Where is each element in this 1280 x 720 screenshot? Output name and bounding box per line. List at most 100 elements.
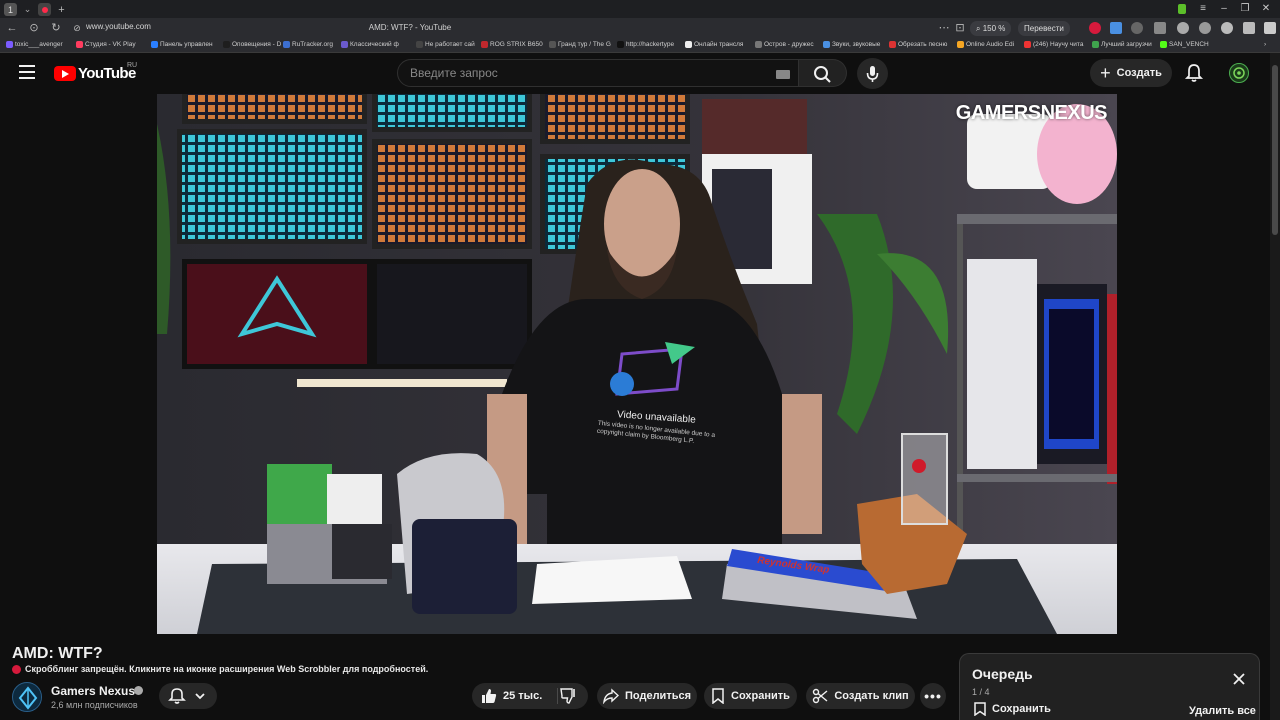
bookmark-item[interactable]: Оповещения - D bbox=[223, 41, 281, 48]
extension-icon[interactable] bbox=[1177, 22, 1189, 34]
thumbs-up-icon bbox=[482, 689, 497, 703]
more-icon[interactable]: ⋯ bbox=[937, 21, 951, 36]
close-icon bbox=[1233, 673, 1245, 685]
bookmark-item[interactable]: Обрезать песню bbox=[889, 41, 947, 48]
bookmark-item[interactable]: Не работает сай bbox=[416, 41, 475, 48]
bookmark-icon[interactable]: ⊡ bbox=[953, 21, 967, 36]
bookmark-favicon-icon bbox=[223, 41, 230, 48]
close-window-icon[interactable]: ✕ bbox=[1259, 2, 1273, 16]
share-button[interactable]: Поделиться bbox=[597, 683, 697, 709]
translate-label: Перевести bbox=[1024, 24, 1064, 33]
bookmark-label: ROG STRIX B650 bbox=[490, 41, 543, 48]
bookmark-item[interactable]: Звуки, звуковые bbox=[823, 41, 880, 48]
subscription-notifications-button[interactable] bbox=[159, 683, 217, 709]
bookmark-label: Остров - дружес bbox=[764, 41, 814, 48]
bookmarks-overflow-icon[interactable]: › bbox=[1264, 41, 1266, 48]
bookmark-item[interactable]: SAN_VENCH bbox=[1160, 41, 1209, 48]
keyboard-icon[interactable] bbox=[776, 70, 790, 79]
bookmark-item[interactable]: Онлайн трансля bbox=[685, 41, 743, 48]
bookmark-favicon-icon bbox=[823, 41, 830, 48]
download-icon[interactable] bbox=[1264, 22, 1276, 34]
menu-icon[interactable]: ≡ bbox=[1196, 2, 1210, 16]
account-avatar[interactable] bbox=[1229, 63, 1249, 83]
bookmark-label: Студия - VK Play bbox=[85, 41, 136, 48]
thumbs-down-icon bbox=[560, 688, 575, 704]
maximize-icon[interactable]: ❐ bbox=[1238, 2, 1252, 16]
bookmark-item[interactable]: http://hackertype bbox=[617, 41, 674, 48]
hamburger-menu-icon[interactable] bbox=[19, 65, 35, 79]
bookmark-item[interactable]: Классический ф bbox=[341, 41, 399, 48]
dislike-button[interactable] bbox=[560, 688, 582, 704]
bookmark-favicon-icon bbox=[151, 41, 158, 48]
scrobbler-extension-icon[interactable] bbox=[1089, 22, 1101, 34]
bookmarks-bar: toxic___avenger Студия - VK Play Панель уп… bbox=[0, 39, 1280, 53]
bookmark-favicon-icon bbox=[6, 41, 13, 48]
bell-icon bbox=[1184, 64, 1204, 82]
bookmark-item[interactable]: Лучший загрузчи bbox=[1092, 41, 1152, 48]
workspace-tab[interactable]: 1 bbox=[4, 3, 17, 16]
bookmark-favicon-icon bbox=[685, 41, 692, 48]
minimize-icon[interactable]: – bbox=[1217, 2, 1231, 16]
bookmark-label: Online Audio Edi bbox=[966, 41, 1015, 48]
extension-icon[interactable] bbox=[1131, 22, 1143, 34]
channel-avatar[interactable] bbox=[12, 682, 42, 712]
youtube-tab[interactable] bbox=[38, 3, 51, 16]
youtube-logo[interactable]: YouTube bbox=[54, 65, 136, 82]
bookmark-item[interactable]: Студия - VK Play bbox=[76, 41, 136, 48]
scroll-thumb[interactable] bbox=[1272, 65, 1278, 235]
like-button[interactable]: 25 тыс. bbox=[481, 688, 542, 704]
share-icon bbox=[603, 688, 619, 704]
translate-button[interactable]: Перевести bbox=[1018, 21, 1070, 36]
scrobble-notice: Скробблинг запрещён. Кликните на иконке … bbox=[12, 664, 428, 674]
bookmark-label: http://hackertype bbox=[626, 41, 675, 48]
bookmark-favicon-icon bbox=[957, 41, 964, 48]
youtube-tab-icon bbox=[41, 6, 48, 13]
bookmark-item[interactable]: Панель управлен bbox=[151, 41, 213, 48]
bookmark-item[interactable]: (246) Научу чита bbox=[1024, 41, 1083, 48]
search-button[interactable] bbox=[799, 59, 847, 87]
workspace-label: 1 bbox=[7, 4, 13, 15]
bookmark-item[interactable]: Гранд тур / The G bbox=[549, 41, 611, 48]
queue-clear-button[interactable]: Удалить все bbox=[1189, 705, 1256, 717]
channel-logo bbox=[14, 684, 41, 711]
bookmark-item[interactable]: Остров - дружес bbox=[755, 41, 814, 48]
bookmark-favicon-icon bbox=[1092, 41, 1099, 48]
page-scrollbar[interactable] bbox=[1270, 53, 1280, 720]
extension-icon[interactable] bbox=[1110, 22, 1122, 34]
clip-button[interactable]: Создать клип bbox=[806, 683, 915, 709]
save-button[interactable]: Сохранить bbox=[704, 683, 797, 709]
zoom-indicator[interactable]: ⌕ 150 % bbox=[970, 21, 1012, 36]
like-count: 25 тыс. bbox=[503, 690, 543, 702]
voice-search-button[interactable] bbox=[857, 58, 888, 89]
extension-icon[interactable] bbox=[1175, 2, 1189, 16]
bookmark-item[interactable]: toxic___avenger bbox=[6, 41, 63, 48]
chevron-down-icon[interactable]: ⌄ bbox=[21, 3, 34, 16]
channel-name[interactable]: Gamers Nexus bbox=[51, 684, 135, 698]
search-input[interactable] bbox=[410, 66, 750, 80]
create-button[interactable]: + Создать bbox=[1090, 59, 1172, 87]
bookmark-favicon-icon bbox=[1160, 41, 1167, 48]
queue-save-button[interactable]: Сохранить bbox=[974, 702, 1051, 716]
bookmark-item[interactable]: RuTracker.org bbox=[283, 41, 333, 48]
video-player[interactable]: GAMERSNEXUS Video unavailable This video… bbox=[157, 94, 1117, 634]
create-label: Создать bbox=[1116, 67, 1162, 79]
more-actions-button[interactable]: ••• bbox=[920, 683, 946, 709]
new-tab-button[interactable]: + bbox=[55, 3, 68, 16]
extension-icon[interactable] bbox=[1243, 22, 1255, 34]
clip-label: Создать клип bbox=[834, 690, 909, 702]
plus-icon: + bbox=[1100, 63, 1111, 83]
shield-icon[interactable] bbox=[1154, 22, 1166, 34]
avatar-image bbox=[1233, 67, 1245, 79]
close-queue-button[interactable] bbox=[1232, 672, 1246, 686]
bookmark-label: Онлайн трансля bbox=[694, 41, 744, 48]
youtube-header: YouTube RU + Создать bbox=[0, 53, 1270, 94]
notifications-button[interactable] bbox=[1182, 61, 1206, 85]
extension-icon[interactable] bbox=[1221, 22, 1233, 34]
share-label: Поделиться bbox=[624, 690, 692, 702]
bookmark-item[interactable]: ROG STRIX B650 bbox=[481, 41, 543, 48]
bookmark-label: Лучший загрузчи bbox=[1101, 41, 1152, 48]
scissors-icon bbox=[813, 688, 828, 704]
page-title: AMD: WTF? - YouTube bbox=[368, 23, 452, 32]
bookmark-item[interactable]: Online Audio Edi bbox=[957, 41, 1014, 48]
extension-icon[interactable] bbox=[1199, 22, 1211, 34]
